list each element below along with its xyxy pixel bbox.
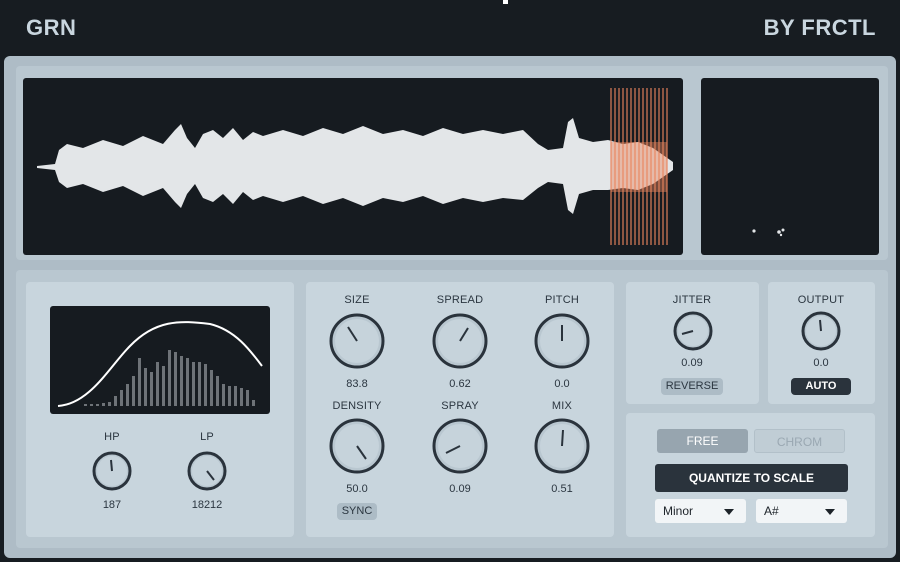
- waveform-shape: [37, 118, 673, 214]
- grain-highlight: [611, 142, 667, 192]
- hp-knob[interactable]: [92, 451, 132, 491]
- particle: [779, 233, 783, 237]
- size-label: SIZE: [344, 294, 370, 306]
- particle: [781, 228, 785, 232]
- plugin-title: GRN: [26, 15, 77, 40]
- pitch-knob[interactable]: [534, 313, 590, 369]
- spread-label: SPREAD: [436, 294, 484, 306]
- chevron-down-icon: [825, 509, 835, 515]
- mix-value: 0.51: [551, 483, 573, 495]
- output-knob[interactable]: [801, 311, 841, 351]
- lp-knob[interactable]: [187, 451, 227, 491]
- waveform-display[interactable]: [23, 78, 683, 255]
- auto-button[interactable]: AUTO: [791, 378, 851, 395]
- particle: [752, 229, 756, 233]
- maker-label: BY FRCTL: [763, 15, 876, 40]
- mix-knob[interactable]: [534, 418, 590, 474]
- pitch-value: 0.0: [554, 378, 570, 390]
- density-value: 50.0: [346, 483, 368, 495]
- free-mode-button[interactable]: FREE: [657, 429, 748, 453]
- scale-key-value: A#: [764, 504, 779, 518]
- spread-value: 0.62: [449, 378, 471, 390]
- waveform-graphic: [37, 88, 673, 245]
- output-value: 0.0: [813, 357, 829, 369]
- reverse-button[interactable]: REVERSE: [661, 378, 723, 395]
- spread-knob[interactable]: [432, 313, 488, 369]
- chrom-mode-button[interactable]: CHROM: [754, 429, 845, 453]
- spray-label: SPRAY: [441, 400, 479, 412]
- size-knob[interactable]: [329, 313, 385, 369]
- scale-type-select[interactable]: Minor: [655, 499, 746, 523]
- pitch-label: PITCH: [545, 294, 579, 306]
- size-value: 83.8: [346, 378, 368, 390]
- title-bar: GRN BY FRCTL: [0, 0, 900, 56]
- scale-key-select[interactable]: A#: [756, 499, 847, 523]
- filter-spectrum-display[interactable]: [50, 306, 270, 414]
- jitter-value: 0.09: [681, 357, 703, 369]
- sync-button[interactable]: SYNC: [337, 503, 377, 520]
- jitter-knob[interactable]: [673, 311, 713, 351]
- lp-label: LP: [200, 431, 214, 443]
- jitter-label: JITTER: [672, 294, 712, 306]
- spectrum-bars: [84, 350, 255, 406]
- density-knob[interactable]: [329, 418, 385, 474]
- spray-value: 0.09: [449, 483, 471, 495]
- mouse-cursor-icon: [503, 0, 508, 4]
- scale-type-value: Minor: [663, 504, 694, 518]
- grain-particle-display[interactable]: [701, 78, 879, 255]
- quantize-to-scale-button[interactable]: QUANTIZE TO SCALE: [655, 464, 848, 492]
- spectrum-graphic: [57, 321, 263, 407]
- density-label: DENSITY: [332, 400, 382, 412]
- particle: [777, 230, 781, 234]
- mix-label: MIX: [551, 400, 573, 412]
- lp-value: 18212: [191, 499, 223, 511]
- particle-graphic: [752, 228, 785, 237]
- chevron-down-icon: [724, 509, 734, 515]
- filter-response-curve: [57, 321, 263, 407]
- hp-value: 187: [102, 499, 122, 511]
- output-label: OUTPUT: [797, 294, 845, 306]
- hp-label: HP: [104, 431, 120, 443]
- spray-knob[interactable]: [432, 418, 488, 474]
